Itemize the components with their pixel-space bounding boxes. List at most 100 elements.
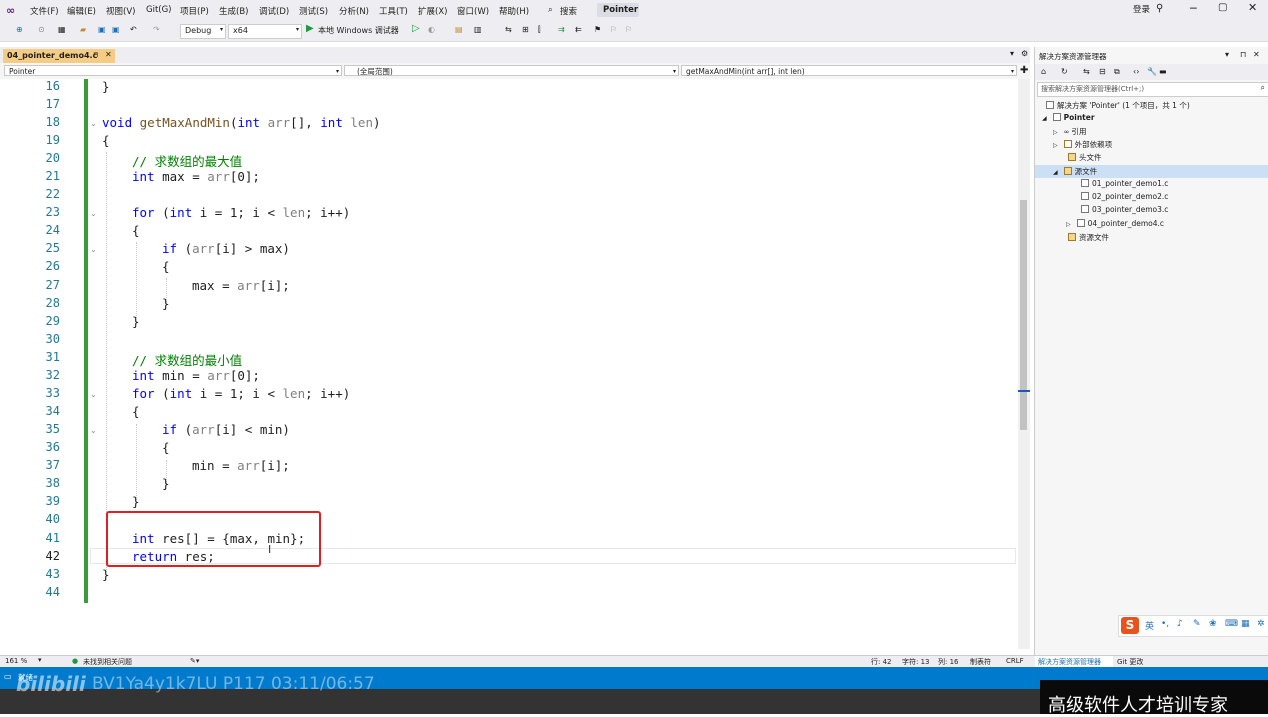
pin-icon[interactable]: ⊓ (1240, 50, 1246, 59)
run-icon[interactable]: ▶ (306, 23, 314, 34)
panel-close-icon[interactable]: ✕ (1253, 50, 1260, 59)
uncomment-icon[interactable]: ⇇ (575, 25, 582, 34)
layout-icon[interactable]: ▥ (474, 25, 482, 34)
solution-search-field[interactable]: 搜索解决方案资源管理器(Ctrl+;) ⌕ (1037, 82, 1268, 97)
fold-chevron-icon[interactable]: ⌄ (90, 245, 97, 254)
user-feedback-icon[interactable]: ⚲ (1156, 3, 1163, 14)
undo-icon[interactable]: ↶ (130, 25, 137, 34)
menu-test[interactable]: 测试(S) (299, 5, 328, 17)
toolbox-icon[interactable]: ▤ (455, 25, 463, 34)
expand-arrow-icon[interactable]: ◢ (1042, 115, 1047, 122)
chevron-down-icon[interactable]: ▾ (38, 656, 42, 664)
member-dropdown[interactable]: getMaxAndMin(int arr[], int len) ▾ (681, 65, 1017, 76)
collapse-arrow-icon[interactable]: ▷ (1066, 221, 1071, 228)
collapse-all-icon[interactable]: ⊟ (1099, 67, 1106, 76)
panel-menu-icon[interactable]: ▾ (1225, 50, 1229, 59)
new-project-icon[interactable]: ▦ (58, 25, 66, 34)
output-icon[interactable]: ▭ (4, 672, 12, 681)
pin-icon[interactable]: ⊓ (93, 51, 98, 59)
ime-voice-icon[interactable]: ♪ (1177, 619, 1183, 629)
split-editor-icon[interactable]: ✚ (1020, 65, 1028, 76)
menu-view[interactable]: 视图(V) (106, 5, 135, 17)
close-icon[interactable]: ✕ (1248, 1, 1257, 14)
save-all-icon[interactable]: ▣ (112, 25, 120, 34)
menu-window[interactable]: 窗口(W) (457, 5, 489, 17)
search-icon[interactable]: ⌕ (548, 5, 553, 15)
forward-icon[interactable]: ⊙ (38, 25, 45, 34)
tree-item-project[interactable]: ◢ Pointer (1042, 113, 1095, 122)
fold-chevron-icon[interactable]: ⌄ (90, 426, 97, 435)
ime-pen-icon[interactable]: ✎ (1193, 619, 1201, 629)
more-options-icon[interactable]: ▬ (1159, 67, 1167, 76)
config-dropdown[interactable]: Debug ▾ (180, 24, 226, 39)
brush-icon[interactable]: ✎▾ (190, 657, 199, 665)
menu-debug[interactable]: 调试(D) (259, 5, 289, 17)
start-without-debug-icon[interactable]: ▷ (412, 23, 420, 34)
hot-reload-icon[interactable]: ◐ (428, 25, 435, 34)
tree-item-references[interactable]: ▷ ∞ 引用 (1053, 126, 1086, 137)
tree-item-file[interactable]: 03_pointer_demo3.c (1081, 205, 1168, 214)
ime-skin-icon[interactable]: ❀ (1209, 619, 1217, 629)
menu-help[interactable]: 帮助(H) (499, 5, 529, 17)
menu-edit[interactable]: 编辑(E) (67, 5, 96, 17)
preview-icon[interactable]: ‹› (1133, 67, 1139, 76)
tabs-indicator[interactable]: 制表符 (970, 657, 991, 667)
search-button[interactable]: 搜索 (560, 5, 577, 17)
login-link[interactable]: 登录 (1133, 3, 1150, 15)
indent-icon[interactable]: ⫿ (538, 25, 541, 35)
expand-arrow-icon[interactable]: ◢ (1053, 169, 1058, 176)
show-all-files-icon[interactable]: ⧉ (1114, 67, 1120, 77)
back-icon[interactable]: ⊕ (16, 25, 23, 34)
scrollbar-thumb[interactable] (1020, 200, 1027, 430)
fold-chevron-icon[interactable]: ⌄ (90, 390, 97, 399)
tab-close-icon[interactable]: ✕ (105, 50, 112, 59)
menu-build[interactable]: 生成(B) (219, 5, 248, 17)
switch-view-icon[interactable]: ⇆ (1083, 67, 1090, 76)
tree-item-file[interactable]: ▷ 04_pointer_demo4.c (1066, 219, 1164, 228)
zoom-level[interactable]: 161 % (5, 657, 27, 665)
tree-item-source-files[interactable]: ◢ 源文件 (1053, 166, 1097, 177)
ime-english-icon[interactable]: 英 (1145, 619, 1154, 632)
scope-dropdown[interactable]: (全局范围) ▾ (344, 65, 679, 76)
bookmark-prev-icon[interactable]: ⚐ (610, 25, 617, 34)
fold-chevron-icon[interactable]: ⌄ (90, 119, 97, 128)
menu-tools[interactable]: 工具(T) (379, 5, 408, 17)
platform-dropdown[interactable]: x64 ▾ (228, 24, 302, 39)
properties-wrench-icon[interactable]: 🔧 (1147, 67, 1157, 76)
tab-list-icon[interactable]: ▾ (1010, 49, 1014, 58)
open-folder-icon[interactable]: ▰ (80, 25, 86, 34)
ime-punct-icon[interactable]: •, (1161, 619, 1169, 629)
run-debugger-button[interactable]: 本地 Windows 调试器 (318, 25, 399, 36)
tab-solution-explorer[interactable]: 解决方案资源管理器 (1035, 656, 1113, 667)
tree-item-external-deps[interactable]: ▷ 外部依赖项 (1053, 139, 1112, 150)
ime-settings-icon[interactable]: ✲ (1257, 619, 1265, 629)
menu-project[interactable]: 项目(P) (180, 5, 209, 17)
bookmark-next-icon[interactable]: ⚐ (625, 25, 632, 34)
step-icon[interactable]: ⇆ (505, 25, 512, 34)
menu-file[interactable]: 文件(F) (30, 5, 59, 17)
eol-indicator[interactable]: CRLF (1006, 657, 1024, 665)
home-icon[interactable]: ⌂ (1041, 67, 1046, 76)
tab-git-changes[interactable]: Git 更改 (1117, 657, 1143, 667)
tab-04-pointer-demo4[interactable]: 04_pointer_demo4.c ⊓ ✕ (3, 49, 115, 63)
fold-chevron-icon[interactable]: ⌄ (90, 209, 97, 218)
tree-item-resource-files[interactable]: 资源文件 (1068, 232, 1109, 243)
comment-icon[interactable]: ⇉ (558, 25, 565, 34)
menu-git[interactable]: Git(G) (146, 5, 172, 15)
menu-analyze[interactable]: 分析(N) (339, 5, 369, 17)
tree-item-solution[interactable]: 解决方案 'Pointer' (1 个项目，共 1 个) (1046, 100, 1190, 111)
collapse-arrow-icon[interactable]: ▷ (1053, 129, 1058, 136)
minimize-icon[interactable]: ─ (1190, 2, 1197, 15)
ime-game-icon[interactable]: ⌨ (1225, 619, 1238, 629)
redo-icon[interactable]: ↷ (153, 25, 160, 34)
sync-icon[interactable]: ↻ (1061, 67, 1068, 76)
bookmark-icon[interactable]: ⚑ (594, 25, 601, 34)
ime-shirt-icon[interactable]: ▦ (1241, 619, 1250, 629)
tree-item-file[interactable]: 01_pointer_demo1.c (1081, 179, 1168, 188)
menu-extensions[interactable]: 扩展(X) (418, 5, 447, 17)
collapse-arrow-icon[interactable]: ▷ (1053, 142, 1058, 149)
maximize-icon[interactable]: ▢ (1218, 2, 1227, 13)
project-dropdown[interactable]: Pointer ▾ (4, 65, 342, 76)
breakpoint-icon[interactable]: ⊞ (522, 25, 529, 34)
tree-item-file[interactable]: 02_pointer_demo2.c (1081, 192, 1168, 201)
